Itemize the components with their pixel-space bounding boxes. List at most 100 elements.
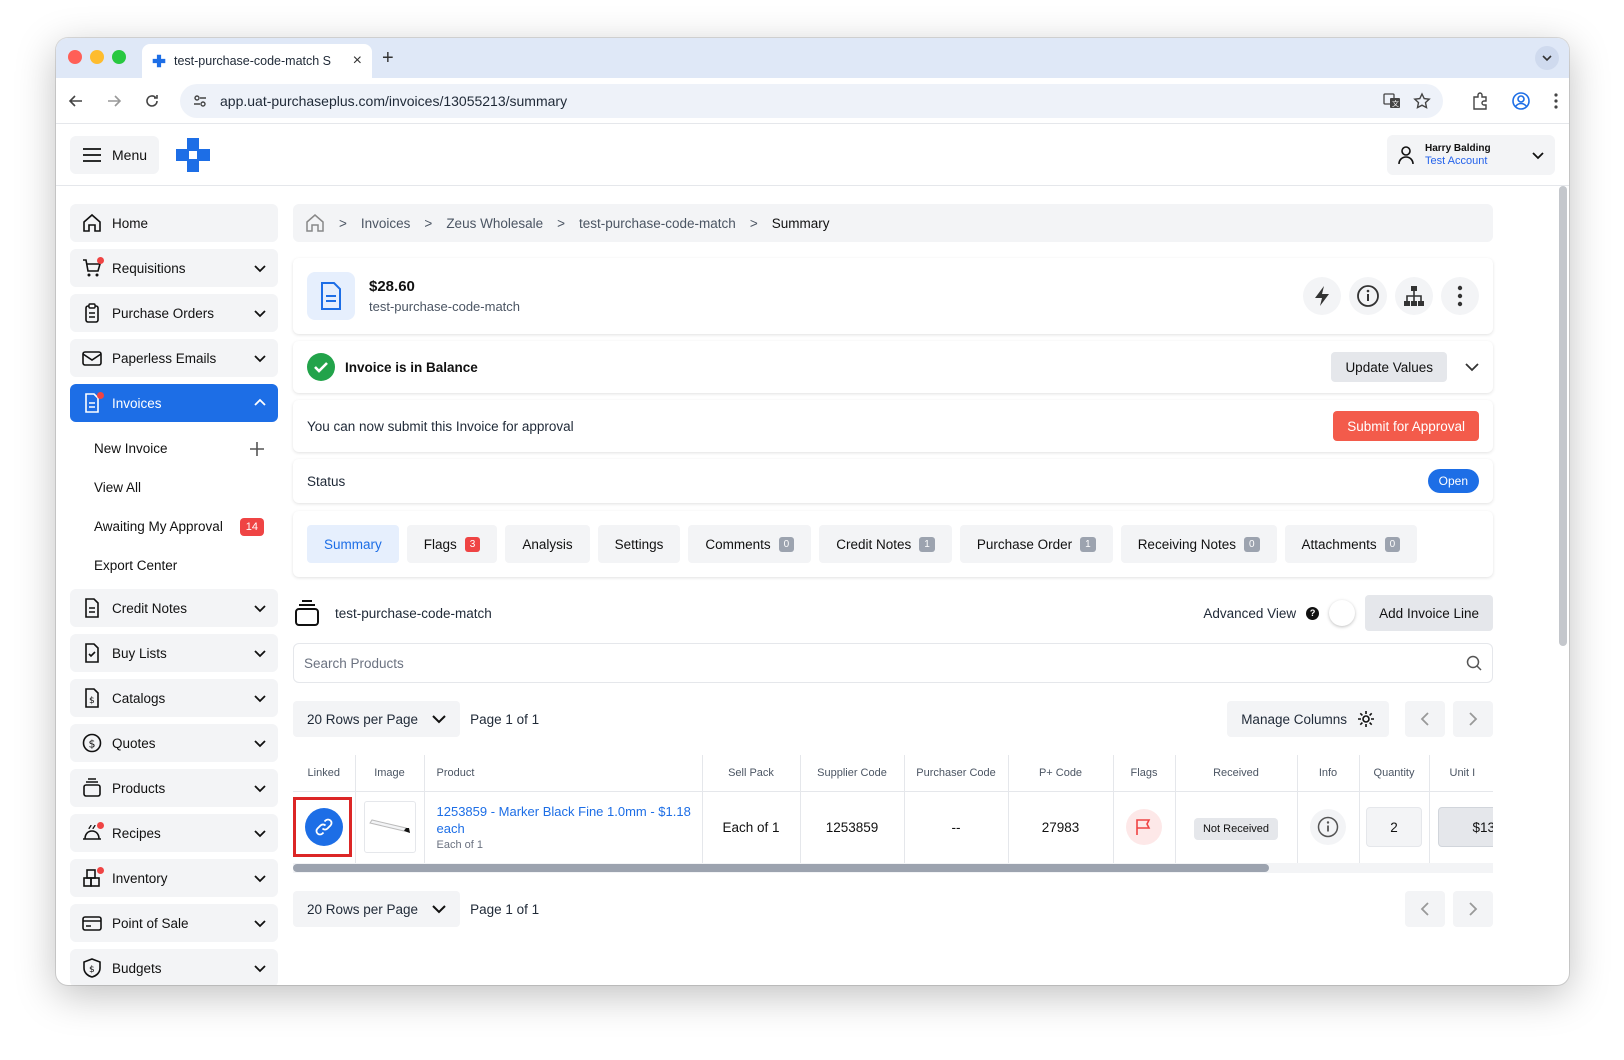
sidebar-item-label: Invoices — [112, 395, 162, 411]
manage-columns-button[interactable]: Manage Columns — [1227, 701, 1389, 737]
address-bar[interactable]: app.uat-purchaseplus.com/invoices/130552… — [180, 83, 1443, 118]
minimize-window-button[interactable] — [90, 50, 104, 64]
sidebar-sub-view-all[interactable]: View All — [70, 468, 278, 507]
maximize-window-button[interactable] — [112, 50, 126, 64]
unit-price-input[interactable]: $13. — [1437, 807, 1493, 848]
tab-label: Summary — [324, 536, 382, 552]
tab-label: Flags — [423, 536, 457, 552]
chevron-right-icon: > — [339, 215, 347, 231]
tab-title: test-purchase-code-match S — [174, 54, 332, 68]
prev-page-button[interactable] — [1405, 701, 1445, 737]
sidebar-item-purchase-orders[interactable]: Purchase Orders — [70, 294, 278, 332]
site-settings-icon[interactable] — [192, 93, 208, 109]
sidebar-item-recipes[interactable]: Recipes — [70, 814, 278, 852]
plus-icon[interactable] — [250, 441, 264, 456]
app-body: Home Requisitions Purchase Orders Paperl… — [56, 186, 1569, 985]
flag-button[interactable] — [1126, 809, 1162, 846]
quick-actions-button[interactable] — [1303, 277, 1341, 315]
tab-purchase-order[interactable]: Purchase Order 1 — [959, 525, 1113, 563]
sidebar-item-quotes[interactable]: $ Quotes — [70, 724, 278, 762]
marker-pen-image — [368, 819, 410, 834]
help-icon[interactable]: ? — [1306, 606, 1320, 620]
product-link[interactable]: 1253859 - Marker Black Fine 1.0mm - $1.1… — [437, 803, 702, 837]
update-values-button[interactable]: Update Values — [1331, 352, 1447, 382]
new-tab-icon[interactable]: + — [382, 47, 394, 70]
bookmark-star-icon[interactable] — [1413, 91, 1431, 110]
sidebar-sub-awaiting-approval[interactable]: Awaiting My Approval 14 — [70, 507, 278, 546]
tab-attachments[interactable]: Attachments 0 — [1284, 525, 1418, 563]
rows-per-page-select[interactable]: 20 Rows per Page — [293, 891, 461, 927]
tab-summary[interactable]: Summary — [307, 525, 399, 563]
sidebar-item-budgets[interactable]: $ Budgets — [70, 949, 278, 985]
product-image[interactable] — [363, 801, 416, 854]
document-icon — [85, 598, 99, 618]
sidebar-item-label: Products — [112, 780, 166, 796]
sidebar-item-point-of-sale[interactable]: Point of Sale — [70, 904, 278, 942]
browser-tab[interactable]: test-purchase-code-match S × — [142, 44, 372, 78]
hierarchy-button[interactable] — [1395, 277, 1433, 315]
close-window-button[interactable] — [68, 50, 82, 64]
next-page-button[interactable] — [1453, 891, 1493, 927]
profile-icon[interactable] — [1511, 91, 1531, 111]
prev-page-button[interactable] — [1405, 891, 1445, 927]
tab-close-icon[interactable]: × — [353, 52, 362, 70]
sidebar-item-label: Home — [112, 215, 149, 231]
sidebar-item-catalogs[interactable]: $ Catalogs — [70, 679, 278, 717]
add-invoice-line-button[interactable]: Add Invoice Line — [1365, 595, 1493, 631]
info-button[interactable] — [1349, 277, 1387, 315]
home-icon[interactable] — [305, 213, 325, 233]
sidebar-item-products[interactable]: Products — [70, 769, 278, 807]
more-options-button[interactable] — [1441, 277, 1479, 315]
chevron-down-icon — [254, 740, 266, 748]
tab-flags[interactable]: Flags 3 — [406, 525, 498, 563]
next-page-button[interactable] — [1453, 701, 1493, 737]
horizontal-scrollbar[interactable] — [293, 863, 1493, 873]
advanced-view-toggle[interactable] — [1329, 600, 1356, 626]
sidebar-sub-export-center[interactable]: Export Center — [70, 546, 278, 585]
breadcrumb-supplier[interactable]: Zeus Wholesale — [446, 216, 543, 231]
tab-credit-notes[interactable]: Credit Notes 1 — [819, 525, 952, 563]
search-icon[interactable] — [1466, 655, 1482, 671]
sidebar-item-paperless-emails[interactable]: Paperless Emails — [70, 339, 278, 377]
tab-comments[interactable]: Comments 0 — [688, 525, 812, 563]
tab-receiving-notes[interactable]: Receiving Notes 0 — [1120, 525, 1277, 563]
tab-search-chevron-icon[interactable] — [1535, 46, 1559, 70]
submit-for-approval-button[interactable]: Submit for Approval — [1333, 411, 1479, 441]
quantity-input[interactable]: 2 — [1366, 807, 1422, 848]
rows-per-page-label: 20 Rows per Page — [307, 901, 419, 917]
forward-arrow-icon[interactable] — [104, 91, 124, 111]
breadcrumb-invoice[interactable]: test-purchase-code-match — [579, 216, 736, 231]
tab-settings[interactable]: Settings — [597, 525, 681, 563]
sidebar-item-home[interactable]: Home — [70, 204, 278, 242]
breadcrumb-invoices[interactable]: Invoices — [361, 216, 411, 231]
tab-analysis[interactable]: Analysis — [505, 525, 590, 563]
breadcrumb-current: Summary — [771, 215, 830, 231]
browser-menu-icon[interactable] — [1553, 92, 1559, 110]
rows-per-page-select[interactable]: 20 Rows per Page — [293, 701, 461, 737]
sidebar-item-requisitions[interactable]: Requisitions — [70, 249, 278, 287]
search-input[interactable] — [304, 655, 1466, 671]
purchaseplus-logo[interactable] — [175, 137, 211, 173]
sidebar-item-buy-lists[interactable]: Buy Lists — [70, 634, 278, 672]
sidebar-item-credit-notes[interactable]: Credit Notes — [70, 589, 278, 627]
scrollbar-thumb[interactable] — [293, 864, 1269, 872]
chevron-right-icon: > — [749, 215, 758, 231]
line-info-button[interactable] — [1310, 809, 1346, 846]
page-scrollbar[interactable] — [1559, 186, 1567, 646]
chevron-down-icon — [254, 875, 266, 883]
sidebar-sub-new-invoice[interactable]: New Invoice — [70, 429, 278, 468]
reload-icon[interactable] — [142, 91, 162, 111]
back-arrow-icon[interactable] — [66, 91, 86, 111]
sidebar-item-inventory[interactable]: Inventory — [70, 859, 278, 897]
chevron-down-icon[interactable] — [1465, 360, 1479, 374]
menu-button[interactable]: Menu — [70, 135, 160, 174]
col-header: Flags — [1113, 755, 1176, 792]
translate-icon[interactable]: 文 — [1383, 92, 1401, 110]
sidebar-item-invoices[interactable]: Invoices — [70, 384, 278, 422]
chevron-up-icon — [254, 398, 266, 406]
supplier-code-cell: 1253859 — [800, 791, 905, 863]
tab-label: Analysis — [522, 536, 573, 552]
envelope-icon — [82, 351, 102, 366]
extensions-icon[interactable] — [1471, 91, 1489, 110]
user-menu[interactable]: Harry Balding Test Account — [1387, 135, 1555, 175]
